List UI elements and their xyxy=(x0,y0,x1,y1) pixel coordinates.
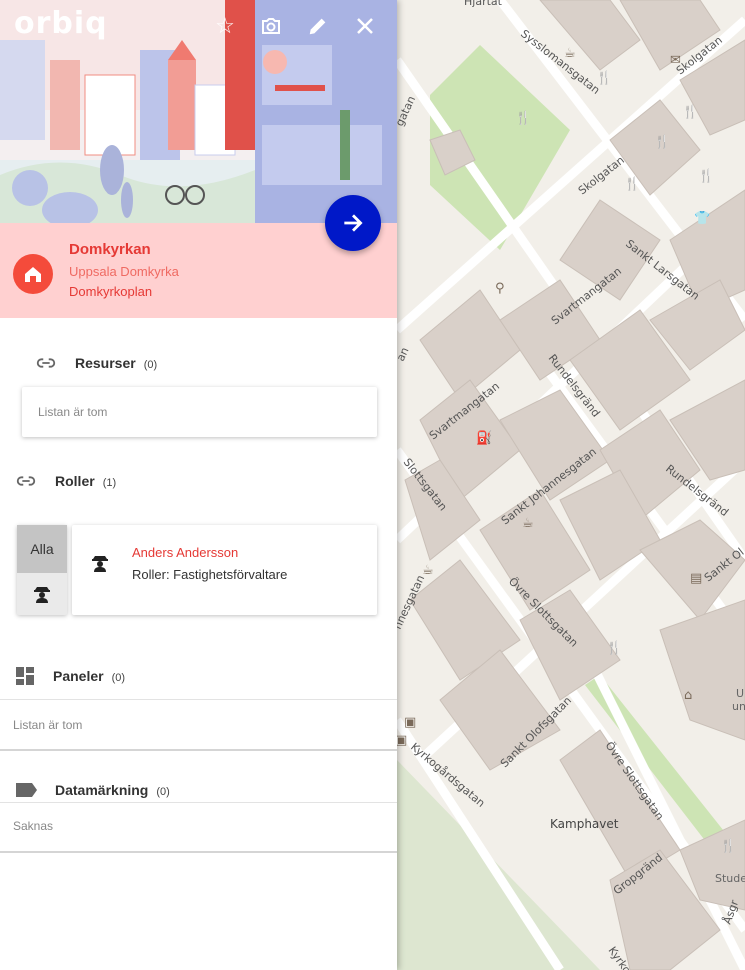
restaurant-icon[interactable]: 🍴 xyxy=(720,838,736,854)
camera-icon[interactable] xyxy=(259,12,287,40)
link-icon xyxy=(15,470,37,497)
empty-value-text: Saknas xyxy=(13,819,54,833)
restaurant-icon[interactable]: 🍴 xyxy=(624,176,640,192)
section-label: Resurser xyxy=(75,355,136,371)
place-title: Domkyrkan xyxy=(69,241,151,258)
restaurant-icon[interactable]: 🍴 xyxy=(698,168,714,184)
role-person-card[interactable]: Anders Andersson Roller: Fastighetsförva… xyxy=(72,525,377,615)
museum-icon[interactable]: ⌂ xyxy=(684,688,692,703)
filter-all-tab[interactable]: Alla xyxy=(17,525,67,573)
restaurant-icon[interactable]: 🍴 xyxy=(596,70,612,86)
section-title-roller[interactable]: Roller (1) xyxy=(55,473,116,489)
pencil-icon[interactable] xyxy=(307,12,335,40)
place-label: unn xyxy=(732,700,745,713)
section-title-resurser[interactable]: Resurser (0) xyxy=(75,355,157,371)
divider xyxy=(0,749,397,751)
section-label: Paneler xyxy=(53,668,104,684)
divider xyxy=(0,851,397,853)
fuel-icon[interactable]: ⛽ xyxy=(476,430,492,446)
section-count: (0) xyxy=(111,672,126,684)
close-icon[interactable] xyxy=(355,12,383,40)
street-label: Hjärtat xyxy=(464,0,503,8)
empty-list-text: Listan är tom xyxy=(38,405,108,419)
restaurant-icon[interactable]: 🍴 xyxy=(515,110,531,126)
restaurant-icon[interactable]: 🍴 xyxy=(682,104,698,120)
cinema-icon[interactable]: ▤ xyxy=(690,571,702,586)
hero-illustration: orbiq ☆ xyxy=(0,0,397,223)
place-label: Studen xyxy=(715,872,745,885)
section-count: (1) xyxy=(102,477,117,489)
link-icon xyxy=(35,352,57,379)
section-title-paneler[interactable]: Paneler (0) xyxy=(53,668,125,684)
section-count: (0) xyxy=(156,786,170,798)
person-roles: Roller: Fastighetsförvaltare xyxy=(132,567,288,582)
bicycle-icon[interactable]: ⚲ xyxy=(495,281,505,296)
clothes-icon[interactable]: 👕 xyxy=(694,211,710,226)
divider xyxy=(0,802,397,803)
place-subtitle: Uppsala Domkyrka xyxy=(69,264,179,279)
restaurant-icon[interactable]: 🍴 xyxy=(654,134,670,150)
section-title-datamarkning[interactable]: Datamärkning (0) xyxy=(55,782,170,798)
side-panel: orbiq ☆ Domkyrkan Uppsala Domkyrka Domky… xyxy=(0,0,397,970)
person-hat-icon xyxy=(92,556,108,572)
section-label: Roller xyxy=(55,473,95,489)
bus-stop-icon[interactable]: ▣ xyxy=(404,715,416,730)
home-icon xyxy=(13,254,53,294)
property-manager-filter-tab[interactable] xyxy=(17,573,67,615)
place-label: U xyxy=(736,687,744,700)
cafe-icon[interactable]: ☕ xyxy=(422,563,434,578)
section-label: Datamärkning xyxy=(55,782,149,798)
person-hat-icon xyxy=(34,587,50,603)
section-count: (0) xyxy=(143,359,158,371)
dashboard-icon xyxy=(15,666,35,691)
app-logo[interactable]: orbiq xyxy=(14,6,108,41)
place-address: Domkyrkoplan xyxy=(69,284,153,299)
role-filter-tabs: Alla xyxy=(17,525,67,615)
resurser-list-card: Listan är tom xyxy=(22,387,377,437)
empty-list-text: Listan är tom xyxy=(13,718,83,732)
cafe-icon[interactable]: ☕ xyxy=(564,46,576,61)
person-name-link[interactable]: Anders Andersson xyxy=(132,545,238,560)
navigate-forward-button[interactable] xyxy=(325,195,381,251)
star-icon[interactable]: ☆ xyxy=(211,12,239,40)
cafe-icon[interactable]: ☕ xyxy=(522,516,534,531)
label-tag-icon xyxy=(16,782,38,803)
place-label-kamphavet: Kamphavet xyxy=(550,817,619,831)
divider xyxy=(0,699,397,700)
restaurant-icon[interactable]: 🍴 xyxy=(606,640,622,656)
mail-icon[interactable]: ✉ xyxy=(670,53,681,68)
